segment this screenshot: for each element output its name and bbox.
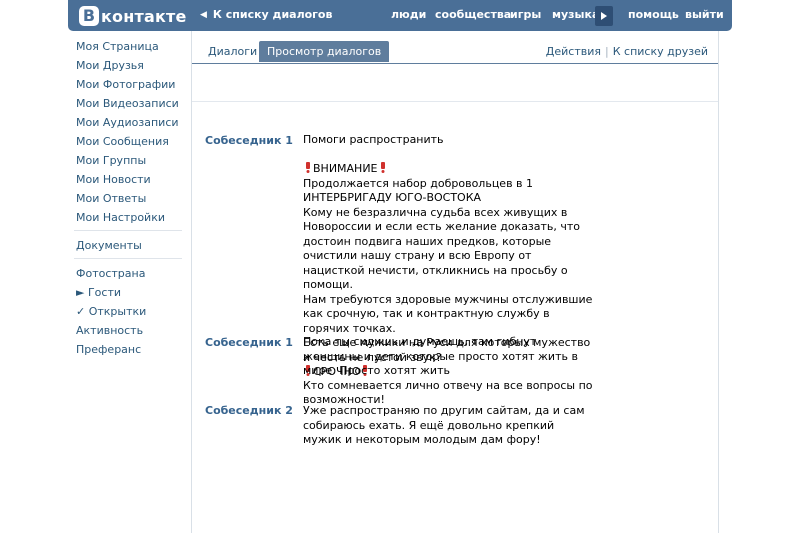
message-text: Уже распространяю по другим сайтам, да и… (303, 404, 593, 448)
play-icon (601, 12, 607, 20)
top-header: В контакте ◀ К списку диалогов люди сооб… (68, 0, 732, 31)
panel-divider (192, 101, 718, 102)
menu-my-settings[interactable]: Мои Настройки (76, 208, 186, 227)
menu-my-photos[interactable]: Мои Фотографии (76, 75, 186, 94)
menu-postcards[interactable]: ✓ Открытки (76, 302, 186, 321)
menu-fotostrana[interactable]: Фотострана (76, 264, 186, 283)
logo-text: контакте (101, 6, 187, 26)
message-line: Уже распространяю по другим сайтам, да и… (303, 404, 585, 446)
message-line: ВНИМАНИЕ (303, 162, 593, 177)
menu-documents[interactable]: Документы (76, 236, 186, 255)
menu-preference[interactable]: Преферанс (76, 340, 186, 359)
left-menu: Моя Страница Мои Друзья Мои Фотографии М… (74, 37, 186, 359)
message-author[interactable]: Собеседник 1 (205, 336, 293, 349)
nav-games[interactable]: игры (510, 8, 541, 21)
menu-my-news[interactable]: Мои Новости (76, 170, 186, 189)
nav-music[interactable]: музыка (552, 8, 599, 21)
menu-my-page[interactable]: Моя Страница (76, 37, 186, 56)
message-line: Пока ты сидишь и думаешь, там гибнут жен… (303, 335, 578, 377)
message-line: Продолжается набор добровольцев в 1 ИНТЕ… (303, 176, 534, 205)
menu-my-videos[interactable]: Мои Видеозаписи (76, 94, 186, 113)
menu-divider (74, 230, 182, 231)
menu-guests[interactable]: ► Гости (76, 283, 186, 302)
menu-my-answers[interactable]: Мои Ответы (76, 189, 186, 208)
tab-dialogs[interactable]: Диалоги (201, 41, 265, 62)
music-play-button[interactable] (595, 6, 613, 26)
tab-actions: Действия | К списку друзей (546, 45, 708, 58)
tab-bar: Диалоги Просмотр диалогов Действия | К спи… (192, 31, 718, 64)
exclamation-icon (306, 162, 310, 173)
nav-logout[interactable]: выйти (685, 8, 724, 21)
friends-list-link[interactable]: К списку друзей (613, 45, 708, 58)
menu-my-messages[interactable]: Мои Сообщения (76, 132, 186, 151)
actions-link[interactable]: Действия (546, 45, 601, 58)
tab-view-dialogs[interactable]: Просмотр диалогов (259, 41, 390, 62)
menu-my-audio[interactable]: Мои Аудиозаписи (76, 113, 186, 132)
message-text: Пока ты сидишь и думаешь, там гибнут жен… (303, 335, 593, 408)
exclamation-icon (380, 162, 385, 173)
message-line: Помоги распространить (303, 133, 444, 146)
message-line: Кому не безразлична судьба всех живущих … (303, 205, 581, 292)
menu-divider (74, 258, 182, 259)
menu-activity[interactable]: Активность (76, 321, 186, 340)
message-author[interactable]: Собеседник 2 (205, 404, 293, 417)
nav-people[interactable]: люди (391, 8, 426, 21)
nav-communities[interactable]: сообщества (435, 8, 511, 21)
message-author[interactable]: Собеседник 1 (205, 134, 293, 147)
attention-text: ВНИМАНИЕ (313, 162, 378, 175)
nav-help[interactable]: помощь (628, 8, 679, 21)
link-separator: | (605, 45, 609, 58)
menu-my-groups[interactable]: Мои Группы (76, 151, 186, 170)
logo-letter: В (79, 6, 99, 26)
message-line: Нам требуются здоровые мужчины отслуживш… (303, 292, 593, 335)
back-to-dialogs-link[interactable]: ◀ К списку диалогов (200, 8, 332, 21)
menu-my-friends[interactable]: Мои Друзья (76, 56, 186, 75)
message-text: Помоги распространить (303, 133, 593, 148)
back-link-label: К списку диалогов (212, 8, 333, 21)
vk-logo[interactable]: В контакте (79, 5, 187, 27)
chevron-left-icon: ◀ (200, 9, 207, 20)
